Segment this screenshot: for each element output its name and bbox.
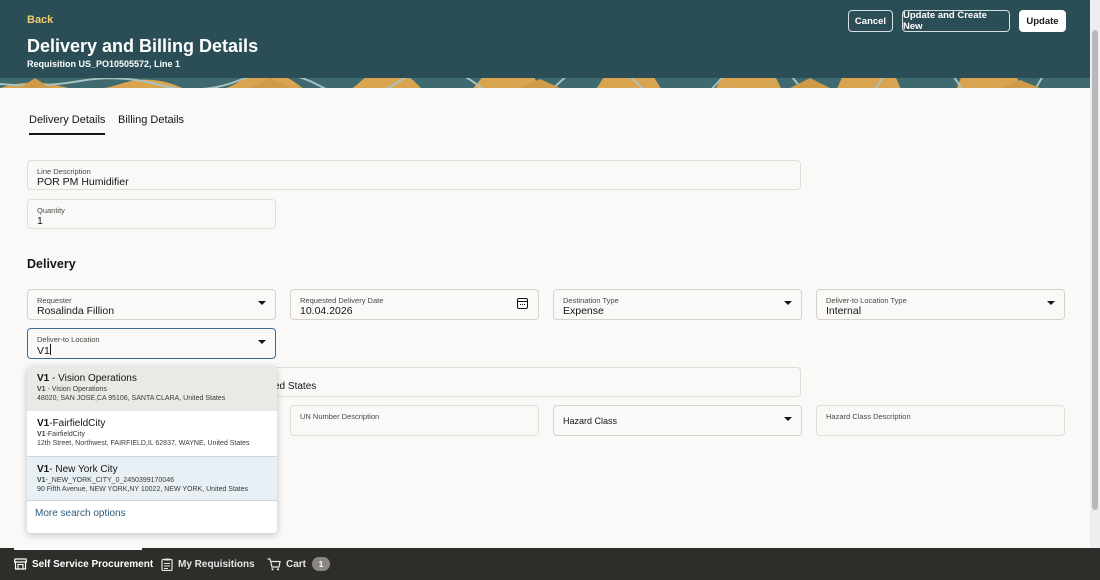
clipboard-icon — [161, 558, 173, 571]
option-subtitle: V1 - Vision Operations — [37, 386, 107, 393]
option-address: 48020, SAN JOSE,CA 95106, SANTA CLARA, U… — [37, 395, 226, 402]
requester-value: Rosalinda Fillion — [37, 305, 115, 317]
deliver-to-location-value[interactable]: V1 — [37, 344, 51, 357]
requester-label: Requester — [37, 296, 72, 305]
deliver-to-address-value: ed States — [274, 381, 317, 392]
deliver-to-location-text: V1 — [37, 345, 50, 357]
chevron-down-icon[interactable] — [784, 417, 792, 421]
line-description-field: Line Description POR PM Humidifier — [27, 160, 801, 190]
option-title: V1-FairfieldCity — [37, 418, 105, 429]
page-title: Delivery and Billing Details — [27, 36, 259, 56]
option-subtitle: V1-FairfieldCity — [37, 431, 85, 438]
option-title: V1 - Vision Operations — [37, 373, 137, 384]
option-sub-code: V1 — [37, 477, 46, 484]
requester-select[interactable]: Requester Rosalinda Fillion — [27, 289, 276, 320]
nav-cart[interactable]: Cart 1 — [267, 548, 331, 580]
option-sub-code: V1 — [37, 386, 46, 393]
option-name: -FairfieldCity — [49, 418, 106, 429]
calendar-icon[interactable] — [517, 298, 528, 309]
cart-count-badge: 1 — [312, 557, 331, 571]
quantity-value: 1 — [37, 215, 43, 227]
bottom-navigation-bar: Self Service Procurement My Requisitions… — [0, 548, 1100, 580]
quantity-label: Quantity — [37, 206, 65, 215]
location-option-fairfield-city[interactable]: V1-FairfieldCity V1-FairfieldCity 12th S… — [27, 411, 277, 456]
un-number-description-field: UN Number Description — [290, 405, 539, 436]
delivery-section-title: Delivery — [27, 257, 76, 271]
hazard-class-label: Hazard Class — [563, 416, 618, 426]
line-description-value: POR PM Humidifier — [37, 176, 129, 188]
update-and-create-new-button[interactable]: Update and Create New — [902, 10, 1010, 32]
page-scrollbar[interactable] — [1090, 0, 1100, 548]
tab-billing-details[interactable]: Billing Details — [118, 114, 184, 126]
nav-label: My Requisitions — [178, 558, 255, 570]
option-name: - New York City — [49, 464, 118, 475]
requested-delivery-date-label: Requested Delivery Date — [300, 296, 384, 305]
requested-delivery-date-value: 10.04.2026 — [300, 305, 353, 317]
nav-label: Cart — [286, 558, 307, 570]
hazard-class-description-field: Hazard Class Description — [816, 405, 1065, 436]
line-description-label: Line Description — [37, 167, 91, 176]
deliver-to-location-type-select[interactable]: Deliver-to Location Type Internal — [816, 289, 1065, 320]
option-sub-code: V1 — [37, 431, 46, 438]
location-option-vision-operations[interactable]: V1 - Vision Operations V1 - Vision Opera… — [27, 366, 277, 411]
deliver-to-location-type-label: Deliver-to Location Type — [826, 296, 907, 305]
update-button[interactable]: Update — [1019, 10, 1066, 32]
option-sub-name: - Vision Operations — [45, 386, 107, 393]
more-search-options-link[interactable]: More search options — [35, 508, 126, 519]
option-code: V1 — [37, 464, 50, 475]
deliver-to-location-type-value: Internal — [826, 305, 862, 317]
option-subtitle: V1-_NEW_YORK_CITY_0_2450399170046 — [37, 477, 174, 484]
option-sub-name: -FairfieldCity — [45, 431, 85, 438]
option-address: 90 Fifth Avenue, NEW YORK,NY 10022, NEW … — [37, 486, 249, 493]
hazard-class-select[interactable]: Hazard Class — [553, 405, 802, 436]
chevron-down-icon[interactable] — [258, 340, 266, 344]
deliver-to-location-input[interactable]: Deliver-to Location V1 — [27, 328, 276, 359]
option-address: 12th Street, Northwest, FAIRFIELD,IL 628… — [37, 440, 250, 447]
nav-label: Self Service Procurement — [32, 558, 154, 570]
cancel-button[interactable]: Cancel — [848, 10, 893, 32]
tab-delivery-details[interactable]: Delivery Details — [29, 114, 106, 135]
deliver-to-location-label: Deliver-to Location — [37, 335, 100, 344]
back-link[interactable]: Back — [27, 14, 53, 26]
chevron-down-icon[interactable] — [784, 301, 792, 305]
cart-icon — [267, 557, 281, 571]
quantity-field: Quantity 1 — [27, 199, 276, 229]
chevron-down-icon[interactable] — [1047, 301, 1055, 305]
page-header: Back Delivery and Billing Details Requis… — [0, 0, 1100, 88]
scrollbar-thumb[interactable] — [1092, 30, 1098, 510]
text-cursor — [49, 344, 51, 355]
deliver-to-location-dropdown: V1 - Vision Operations V1 - Vision Opera… — [27, 366, 277, 533]
un-number-description-label: UN Number Description — [300, 412, 380, 421]
option-title: V1- New York City — [37, 464, 118, 475]
requested-delivery-date-field[interactable]: Requested Delivery Date 10.04.2026 — [290, 289, 539, 320]
chevron-down-icon[interactable] — [258, 301, 266, 305]
destination-type-label: Destination Type — [563, 296, 619, 305]
nav-my-requisitions[interactable]: My Requisitions — [161, 548, 255, 580]
destination-type-select[interactable]: Destination Type Expense — [553, 289, 802, 320]
option-code: V1 — [37, 373, 50, 384]
store-icon — [14, 558, 27, 570]
destination-type-value: Expense — [563, 305, 604, 317]
nav-self-service-procurement[interactable]: Self Service Procurement — [14, 548, 153, 580]
option-name: - Vision Operations — [49, 373, 137, 384]
option-code: V1 — [37, 418, 50, 429]
option-sub-name: -_NEW_YORK_CITY_0_2450399170046 — [45, 477, 174, 484]
page-subtitle: Requisition US_PO10505572, Line 1 — [27, 59, 181, 69]
location-option-new-york-city[interactable]: V1- New York City V1-_NEW_YORK_CITY_0_24… — [27, 456, 277, 501]
header-decorative-pattern — [0, 78, 1100, 88]
hazard-class-description-label: Hazard Class Description — [826, 412, 911, 421]
